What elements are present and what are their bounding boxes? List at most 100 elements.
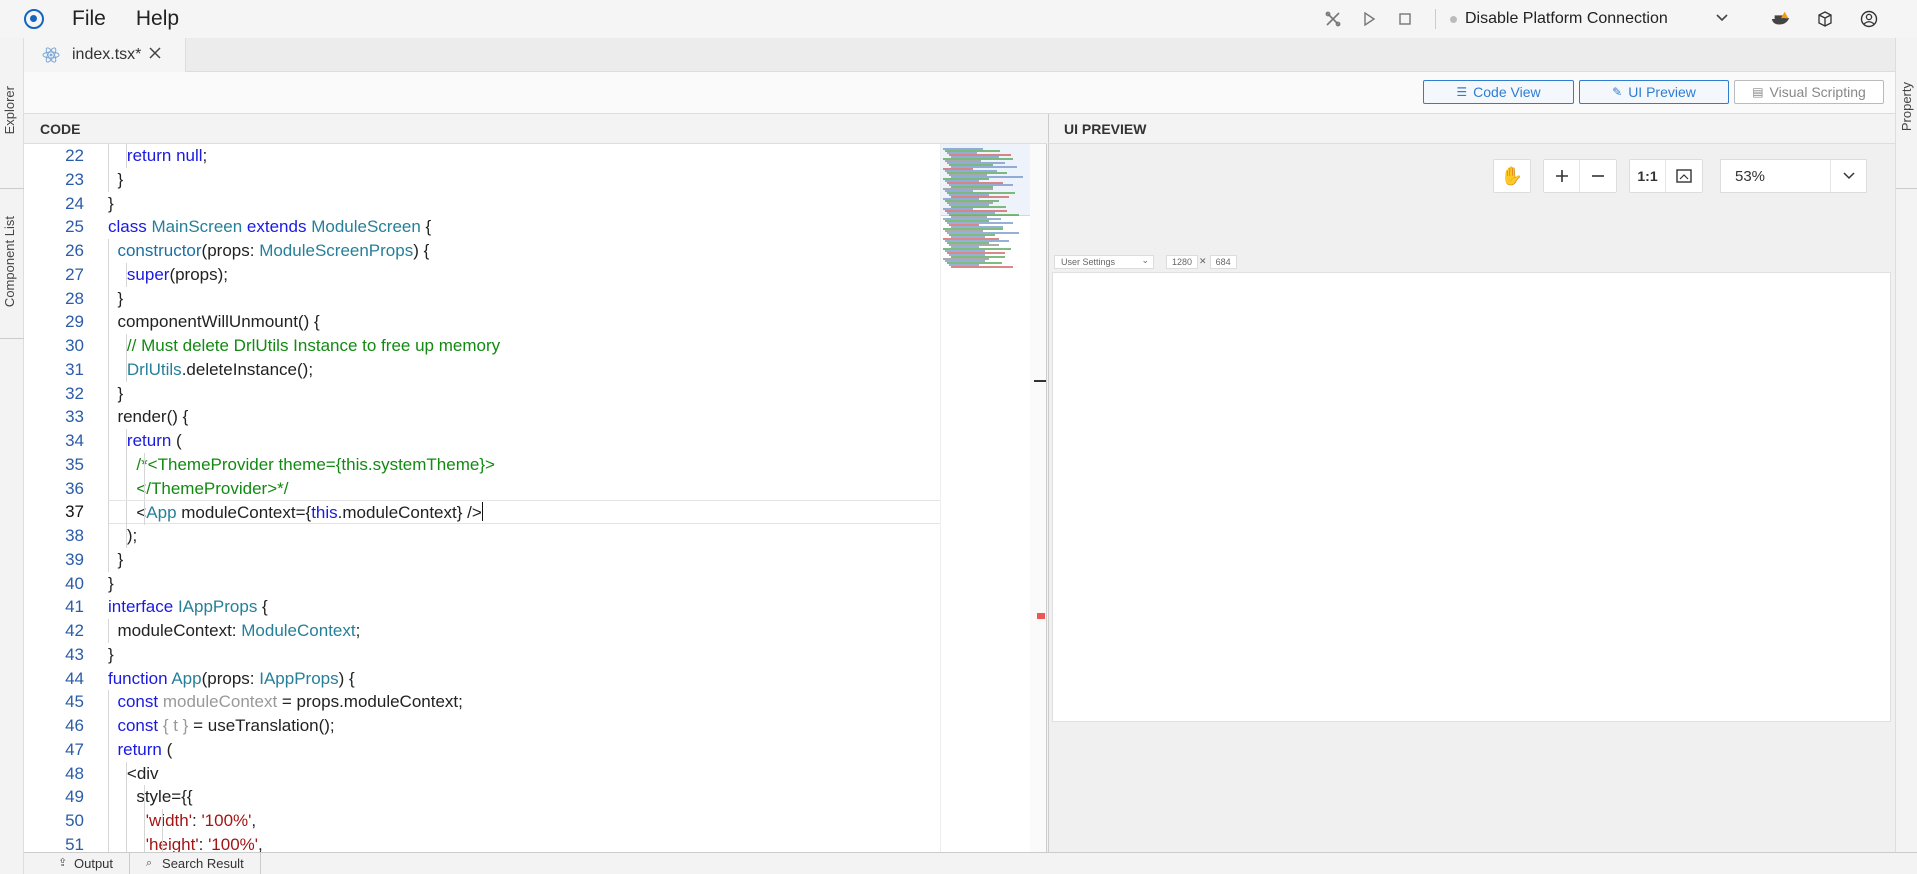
rail-divider — [0, 188, 24, 189]
react-file-icon — [42, 46, 60, 64]
line-number: 48 — [65, 763, 84, 783]
fit-to-screen-icon[interactable] — [1666, 160, 1702, 192]
connection-dropdown[interactable]: Disable Platform Connection — [1465, 10, 1715, 28]
line-number-gutter: 22 23 24 25 26 27 28 29 30 31 32 33 34 35 36 37 38 39 40 41… — [24, 144, 84, 852]
right-sidebar-rail: Property — [1895, 38, 1917, 874]
zoom-level-value: 53% — [1735, 167, 1766, 185]
editor-tab-label: index.tsx* — [72, 46, 142, 63]
tools-icon[interactable] — [1323, 9, 1343, 29]
visual-scripting-button[interactable]: ▤ Visual Scripting — [1734, 80, 1884, 104]
editor-tabbar: index.tsx* — [24, 38, 1895, 72]
close-icon[interactable] — [149, 46, 161, 64]
code-line: moduleContext: ModuleContext; — [108, 619, 964, 643]
code-line: constructor(props: ModuleScreenProps) { — [108, 239, 964, 263]
line-number: 32 — [65, 383, 84, 403]
output-icon: ⇪ — [58, 857, 68, 869]
line-number: 23 — [65, 169, 84, 189]
property-tab[interactable]: Property — [1899, 82, 1914, 131]
chevron-down-icon[interactable] — [1715, 10, 1735, 28]
zoom-level-select[interactable]: 53% — [1720, 159, 1867, 193]
zoom-in-icon[interactable] — [1544, 160, 1580, 192]
code-line: 'height': '100%', — [108, 832, 964, 852]
vertical-scrollbar[interactable] — [1030, 144, 1046, 852]
ui-preview-label: UI Preview — [1628, 84, 1696, 100]
search-result-tab[interactable]: ⌕ Search Result — [130, 853, 261, 874]
rail-divider — [1896, 188, 1917, 189]
dimension-times-icon: ✕ — [1199, 256, 1207, 266]
code-line: </ThemeProvider>*/ — [108, 476, 964, 501]
fit-buttons-group: 1:1 — [1629, 159, 1703, 193]
docker-alert-icon[interactable] — [1771, 9, 1791, 29]
code-line: interface IAppProps { — [108, 597, 268, 617]
ui-preview-button[interactable]: ✎ UI Preview — [1579, 80, 1729, 104]
bottom-panel-tabs: ⇪ Output ⌕ Search Result — [24, 852, 1917, 874]
code-line: class MainScreen extends ModuleScreen { — [108, 217, 432, 237]
zoom-buttons-group — [1543, 159, 1617, 193]
code-panel-header: CODE — [24, 114, 1047, 144]
line-number: 44 — [65, 668, 84, 688]
preview-canvas[interactable] — [1052, 272, 1891, 722]
line-number: 34 — [65, 431, 84, 450]
editor-tab-index[interactable]: index.tsx* — [24, 38, 186, 72]
device-settings-bar: User Settings 1280 ✕ 684 — [1054, 254, 1237, 269]
line-number: 36 — [65, 478, 84, 498]
line-number: 38 — [65, 526, 84, 545]
code-line: } — [108, 193, 114, 213]
run-icon[interactable] — [1359, 9, 1379, 29]
brush-icon: ✎ — [1612, 85, 1623, 99]
account-icon[interactable] — [1859, 9, 1879, 29]
line-number: 26 — [65, 241, 84, 260]
code-minimap[interactable] — [940, 144, 1031, 852]
code-editor[interactable]: 22 23 24 25 26 27 28 29 30 31 32 33 34 35 36 37 38 39 40 41… — [24, 144, 1047, 852]
hand-pan-icon[interactable]: ✋ — [1494, 160, 1530, 192]
device-height-input[interactable]: 684 — [1209, 254, 1237, 269]
code-line: ); — [108, 524, 964, 548]
line-number: 40 — [65, 573, 84, 593]
component-list-tab[interactable]: Component List — [2, 216, 17, 307]
line-number: 37 — [65, 502, 84, 522]
code-line: } — [108, 644, 114, 664]
line-number: 24 — [65, 193, 84, 213]
code-line: /*<ThemeProvider theme={this.systemTheme… — [108, 452, 964, 477]
left-sidebar-rail: Explorer Component List — [0, 38, 24, 874]
line-number: 47 — [65, 739, 84, 759]
line-number: 49 — [65, 787, 84, 807]
actual-size-button[interactable]: 1:1 — [1630, 160, 1666, 192]
device-select[interactable]: User Settings — [1054, 254, 1154, 269]
line-number: 43 — [65, 644, 84, 664]
package-icon[interactable] — [1815, 9, 1835, 29]
code-line: } — [108, 167, 964, 192]
code-view-label: Code View — [1473, 84, 1541, 100]
pan-tool-group: ✋ — [1493, 159, 1531, 193]
code-line: <div — [108, 761, 964, 786]
code-line: } — [108, 547, 964, 572]
top-toolbar: Disable Platform Connection — [1323, 0, 1917, 38]
scroll-position-marker — [1034, 380, 1046, 382]
line-number: 46 — [65, 716, 84, 735]
menu-help[interactable]: Help — [136, 7, 179, 31]
code-lines[interactable]: return null; } } class MainScreen extend… — [108, 144, 964, 852]
script-icon: ▤ — [1752, 85, 1764, 99]
explorer-tab[interactable]: Explorer — [2, 86, 17, 134]
rail-divider — [0, 338, 24, 339]
stop-icon[interactable] — [1395, 9, 1415, 29]
toolbar-divider — [1435, 9, 1436, 29]
code-line: } — [108, 381, 964, 406]
minimap-line — [951, 266, 1013, 268]
code-line: const moduleContext = props.moduleContex… — [108, 690, 964, 714]
visual-scripting-label: Visual Scripting — [1769, 84, 1866, 100]
line-number: 31 — [65, 359, 84, 379]
menu-file[interactable]: File — [72, 7, 106, 31]
code-line: return ( — [108, 429, 964, 453]
line-number: 30 — [65, 336, 84, 355]
zoom-out-icon[interactable] — [1580, 160, 1616, 192]
line-number: 29 — [65, 312, 84, 332]
code-line: 'width': '100%', — [108, 809, 964, 833]
code-line-current: <App moduleContext={this.moduleContext} … — [108, 500, 964, 525]
output-tab-label: Output — [74, 856, 114, 871]
chevron-down-icon[interactable] — [1830, 160, 1866, 192]
code-view-button[interactable]: ☰ Code View — [1423, 80, 1574, 104]
device-width-input[interactable]: 1280 — [1166, 254, 1199, 269]
ui-preview-area: ✋ 1:1 53% User Settings 1280 ✕ 684 — [1048, 144, 1895, 852]
output-tab[interactable]: ⇪ Output — [24, 853, 131, 874]
